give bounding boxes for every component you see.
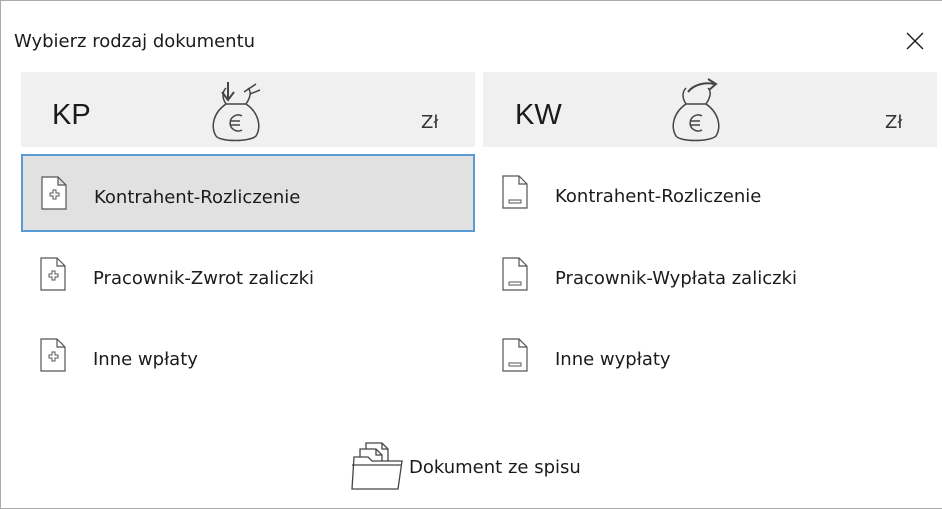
kw-item-pracownik[interactable]: Pracownik-Wypłata zaliczki [483,236,937,314]
kw-currency: Zł [885,112,903,133]
kw-header: KW Zł [483,72,937,147]
document-plus-icon [41,176,67,210]
money-bag-out-icon [672,78,720,142]
kp-item-kontrahent[interactable]: Kontrahent-Rozliczenie [21,154,475,232]
kp-header: KP Zł [21,72,475,147]
kw-item-label: Inne wypłaty [555,349,671,370]
document-from-list-label: Dokument ze spisu [409,457,581,478]
documents-folder-icon [351,442,403,490]
kw-code: KW [515,99,562,131]
dialog-window: Wybierz rodzaj dokumentu KP Zł KW Zł Kon… [0,0,942,509]
kp-item-label: Pracownik-Zwrot zaliczki [93,268,315,289]
close-button[interactable] [895,25,935,57]
kw-item-inne[interactable]: Inne wypłaty [483,317,937,395]
document-from-list-button[interactable]: Dokument ze spisu [348,441,628,493]
title-bar: Wybierz rodzaj dokumentu [1,1,942,71]
money-bag-in-icon [212,82,261,142]
kp-item-label: Inne wpłaty [93,349,198,370]
kw-item-label: Pracownik-Wypłata zaliczki [555,268,797,289]
document-plus-icon [40,257,66,291]
kp-code: KP [52,99,91,131]
kp-item-inne[interactable]: Inne wpłaty [21,317,475,395]
kp-currency: Zł [421,112,439,133]
document-minus-icon [502,175,528,209]
kw-item-label: Kontrahent-Rozliczenie [555,186,762,207]
document-minus-icon [502,257,528,291]
document-minus-icon [502,338,528,372]
close-icon [906,32,924,50]
kw-item-kontrahent[interactable]: Kontrahent-Rozliczenie [483,154,937,232]
document-plus-icon [40,338,66,372]
kp-item-label: Kontrahent-Rozliczenie [94,187,301,208]
dialog-title: Wybierz rodzaj dokumentu [14,31,256,52]
kp-item-pracownik[interactable]: Pracownik-Zwrot zaliczki [21,236,475,314]
